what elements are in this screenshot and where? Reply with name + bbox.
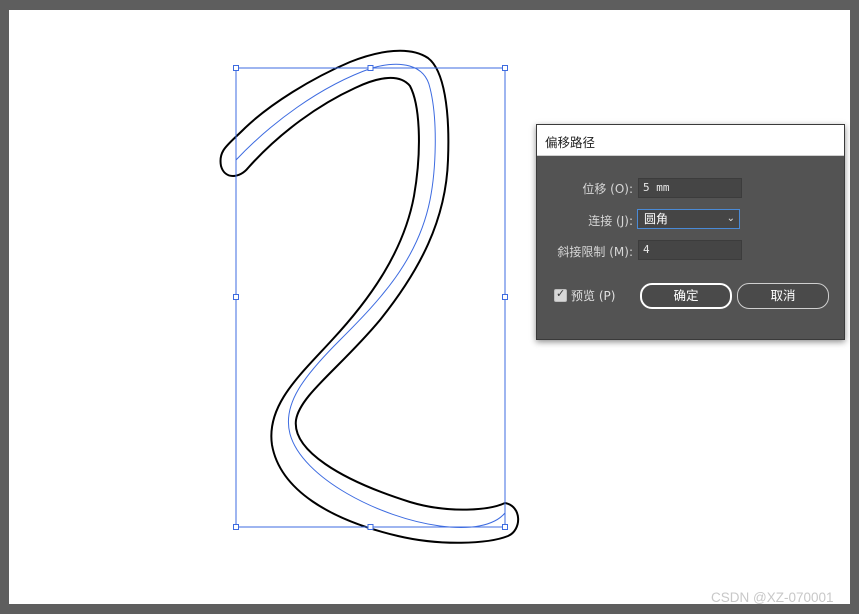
chevron-down-icon: ⌄ [726,213,735,224]
offset-path-dialog: 偏移路径 位移 (O): 5 mm 连接 (J): 圆角 ⌄ 斜接限制 (M):… [536,124,845,340]
handle-bottom-right [502,524,508,530]
join-label: 连接 (J): [588,214,633,228]
bounding-box-handles[interactable] [233,65,508,530]
cancel-button[interactable]: 取消 [737,283,829,309]
handle-bottom-left [233,524,239,530]
checkmark-icon: ✓ [556,287,566,300]
handle-top-center [367,65,374,71]
dialog-title: 偏移路径 [545,135,596,150]
handle-top-left [233,65,239,71]
miter-limit-input[interactable]: 4 [638,240,742,260]
offset-input[interactable]: 5 mm [638,178,742,198]
handle-bottom-center [367,524,374,530]
watermark: CSDN @XZ-070001 [711,590,834,605]
ok-button[interactable]: 确定 [640,283,732,309]
preview-checkbox[interactable]: ✓ [554,287,567,302]
dialog-titlebar[interactable]: 偏移路径 [537,125,844,156]
handle-middle-right [502,294,508,300]
app-window: 偏移路径 位移 (O): 5 mm 连接 (J): 圆角 ⌄ 斜接限制 (M):… [0,0,859,614]
offset-path-outline[interactable] [219,49,520,544]
handle-top-right [502,65,508,71]
join-select[interactable]: 圆角 ⌄ [637,209,740,229]
preview-label[interactable]: 预览 (P) [571,287,615,304]
miter-limit-label: 斜接限制 (M): [557,245,633,259]
join-select-value: 圆角 [644,212,669,226]
offset-label: 位移 (O): [582,182,633,196]
handle-middle-left [233,294,239,300]
